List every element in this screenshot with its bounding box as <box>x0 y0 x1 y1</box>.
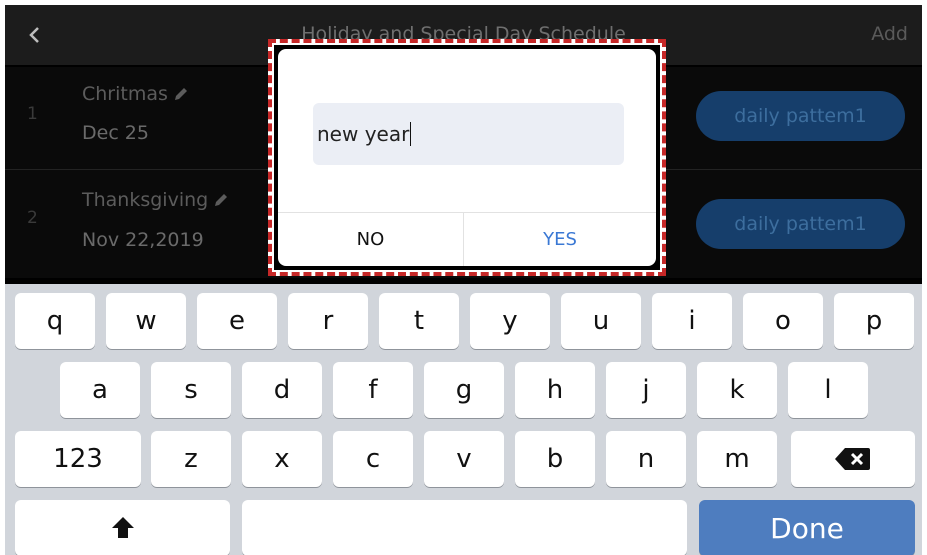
key-g[interactable]: g <box>424 362 504 418</box>
key-x[interactable]: x <box>242 431 322 487</box>
no-button[interactable]: NO <box>278 213 463 266</box>
backspace-icon <box>835 448 870 470</box>
shift-icon <box>111 517 134 538</box>
yes-button[interactable]: YES <box>464 213 656 266</box>
row-index: 2 <box>27 208 38 228</box>
dialog-highlight: new year NO YES <box>268 39 666 276</box>
pattern-button[interactable]: daily pattem1 <box>696 91 905 141</box>
shift-key[interactable] <box>15 500 230 555</box>
holiday-date: Dec 25 <box>82 122 149 144</box>
key-u[interactable]: u <box>561 293 641 349</box>
key-y[interactable]: y <box>470 293 550 349</box>
pattern-button[interactable]: daily pattem1 <box>696 199 905 249</box>
key-a[interactable]: a <box>60 362 140 418</box>
key-c[interactable]: c <box>333 431 413 487</box>
key-l[interactable]: l <box>788 362 868 418</box>
holiday-name-label: Chritmas <box>82 83 168 105</box>
key-w[interactable]: w <box>106 293 186 349</box>
key-q[interactable]: q <box>15 293 95 349</box>
pencil-icon <box>174 88 187 100</box>
numbers-key[interactable]: 123 <box>15 431 141 487</box>
key-p[interactable]: p <box>834 293 914 349</box>
key-s[interactable]: s <box>151 362 231 418</box>
add-button[interactable]: Add <box>871 23 908 45</box>
key-k[interactable]: k <box>697 362 777 418</box>
key-h[interactable]: h <box>515 362 595 418</box>
key-b[interactable]: b <box>515 431 595 487</box>
text-caret <box>410 122 412 146</box>
key-v[interactable]: v <box>424 431 504 487</box>
done-key[interactable]: Done <box>699 500 915 555</box>
key-n[interactable]: n <box>606 431 686 487</box>
rename-dialog: new year NO YES <box>274 45 660 270</box>
on-screen-keyboard: q w e r t y u i o p a s d f g h j k l 12… <box>5 284 922 555</box>
holiday-name-label: Thanksgiving <box>82 189 209 211</box>
space-key[interactable] <box>242 500 687 555</box>
key-r[interactable]: r <box>288 293 368 349</box>
key-j[interactable]: j <box>606 362 686 418</box>
key-o[interactable]: o <box>743 293 823 349</box>
row-index: 1 <box>27 104 38 124</box>
key-t[interactable]: t <box>379 293 459 349</box>
holiday-date: Nov 22,2019 <box>82 229 204 251</box>
key-i[interactable]: i <box>652 293 732 349</box>
key-d[interactable]: d <box>242 362 322 418</box>
key-z[interactable]: z <box>151 431 231 487</box>
key-m[interactable]: m <box>697 431 777 487</box>
name-input-value: new year <box>317 122 410 146</box>
app-frame: Holiday and Special Day Schedule Add 1 C… <box>5 5 922 555</box>
key-e[interactable]: e <box>197 293 277 349</box>
name-input[interactable]: new year <box>313 103 624 165</box>
pencil-icon <box>215 194 228 206</box>
backspace-key[interactable] <box>791 431 915 487</box>
holiday-name[interactable]: Chritmas <box>82 83 190 105</box>
key-f[interactable]: f <box>333 362 413 418</box>
dialog-body: new year NO YES <box>278 49 656 266</box>
holiday-name[interactable]: Thanksgiving <box>82 189 230 211</box>
